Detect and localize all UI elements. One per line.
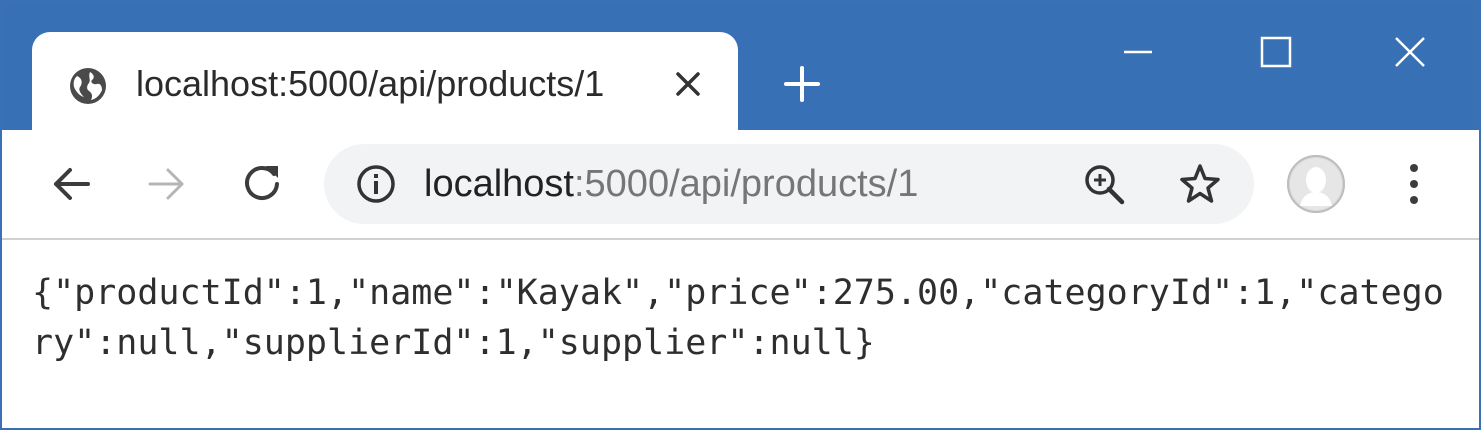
zoom-in-icon[interactable]: [1082, 162, 1126, 206]
address-bar[interactable]: localhost:5000/api/products/1: [324, 144, 1254, 224]
reload-icon[interactable]: [236, 158, 288, 210]
avatar-icon[interactable]: [1286, 154, 1346, 214]
url-path: :5000/api/products/1: [573, 163, 919, 205]
url-text[interactable]: localhost:5000/api/products/1: [424, 160, 918, 208]
info-icon[interactable]: [354, 162, 398, 206]
minimize-icon[interactable]: [1114, 28, 1162, 76]
navigation-toolbar: localhost:5000/api/products/1: [2, 130, 1479, 240]
star-icon[interactable]: [1176, 160, 1224, 208]
maximize-icon[interactable]: [1252, 28, 1300, 76]
tab-close-icon[interactable]: [672, 68, 704, 100]
browser-tab[interactable]: localhost:5000/api/products/1: [32, 32, 738, 132]
arrow-right-icon[interactable]: [140, 158, 192, 210]
globe-icon: [68, 66, 108, 106]
close-icon[interactable]: [1386, 28, 1434, 76]
tab-title: localhost:5000/api/products/1: [136, 63, 605, 104]
browser-window: localhost:5000/api/products/1 localhost:…: [0, 0, 1481, 430]
arrow-left-icon[interactable]: [46, 158, 98, 210]
json-response-body: {"productId":1,"name":"Kayak","price":27…: [32, 273, 1444, 363]
kebab-menu-icon[interactable]: [1394, 160, 1434, 208]
url-host: localhost: [424, 163, 574, 205]
title-bar: localhost:5000/api/products/1: [2, 2, 1479, 132]
page-content: {"productId":1,"name":"Kayak","price":27…: [2, 240, 1479, 428]
new-tab-plus-icon[interactable]: [780, 62, 824, 106]
